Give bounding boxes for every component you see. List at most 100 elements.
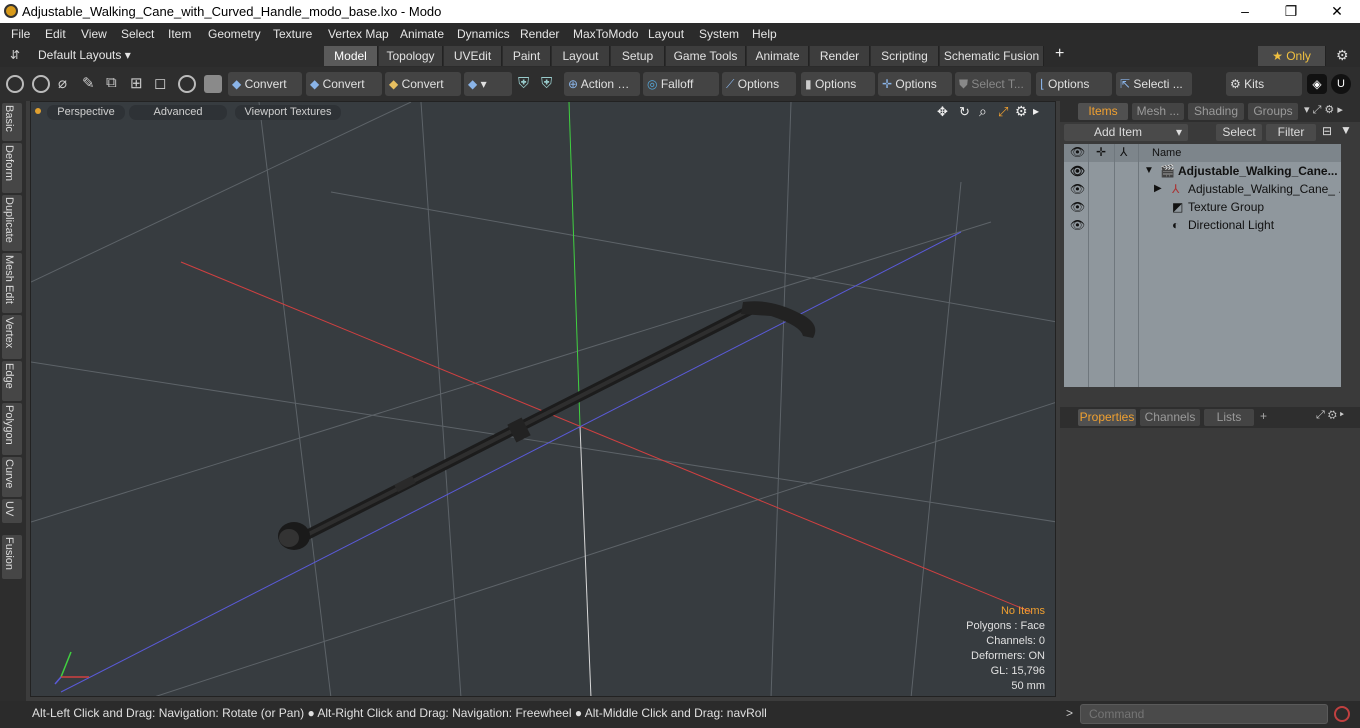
falloff-button[interactable]: ◎ Falloff <box>643 72 719 96</box>
unreal-icon[interactable]: U <box>1331 74 1351 94</box>
menu-layout[interactable]: Layout <box>648 27 684 41</box>
viewport-settings-icon[interactable]: ⚙ <box>1015 103 1028 120</box>
convert-button-1[interactable]: ◆ Convert <box>228 72 302 96</box>
options-button-4[interactable]: ⌊ Options <box>1036 72 1112 96</box>
funnel-icon[interactable]: ▼ <box>1340 123 1352 137</box>
menu-edit[interactable]: Edit <box>45 27 66 41</box>
tab-schematic-fusion[interactable]: Schematic Fusion <box>940 46 1044 66</box>
viewport-textures-dropdown[interactable]: Viewport Textures <box>235 105 341 120</box>
3d-viewport[interactable]: Perspective Advanced Viewport Textures ✥… <box>30 101 1056 697</box>
menu-vertex-map[interactable]: Vertex Map <box>328 27 389 41</box>
menu-file[interactable]: File <box>11 27 30 41</box>
tab-curve[interactable]: Curve <box>2 457 22 497</box>
tab-items[interactable]: Items <box>1078 103 1128 120</box>
kits-button[interactable]: ⚙ Kits <box>1226 72 1302 96</box>
tab-uv[interactable]: UV <box>2 499 22 523</box>
tab-duplicate[interactable]: Duplicate <box>2 195 22 251</box>
viewport-expand-icon[interactable]: ▸ <box>1033 104 1039 118</box>
tab-fusion[interactable]: Fusion <box>2 535 22 579</box>
tab-mesh-edit[interactable]: Mesh Edit <box>2 253 22 313</box>
polygon-icon[interactable]: ⊞ <box>130 74 143 92</box>
tab-setup[interactable]: Setup <box>611 46 665 66</box>
list-item[interactable]: 👁 ◩ Texture Group <box>1064 198 1341 216</box>
select-button[interactable]: Select <box>1216 124 1262 141</box>
menu-dynamics[interactable]: Dynamics <box>457 27 510 41</box>
menu-help[interactable]: Help <box>752 27 777 41</box>
zoom-icon[interactable]: ⌕ <box>979 103 987 120</box>
convert-button-2[interactable]: ◆ Convert <box>306 72 382 96</box>
add-item-dropdown[interactable]: Add Item ▾ <box>1064 124 1188 141</box>
menu-maxtomodo[interactable]: MaxToModo <box>573 27 638 41</box>
tab-edge[interactable]: Edge <box>2 361 22 401</box>
tab-layout[interactable]: Layout <box>552 46 610 66</box>
tab-properties[interactable]: Properties <box>1078 409 1136 426</box>
tab-deform[interactable]: Deform <box>2 143 22 193</box>
pen-icon[interactable]: ⌀ <box>58 74 67 92</box>
tab-lists[interactable]: Lists <box>1204 409 1254 426</box>
tab-animate[interactable]: Animate <box>747 46 809 66</box>
selection-sets-button[interactable]: ⇱ Selecti ... <box>1116 72 1192 96</box>
vertex-select-icon[interactable] <box>6 75 24 93</box>
viewport-menu-dot[interactable] <box>35 108 41 114</box>
panel-menu-icon[interactable]: ⤢ ⚙ ▸ <box>1316 409 1344 422</box>
edges-icon[interactable]: ⧉ <box>106 74 117 91</box>
snap-dropdown[interactable]: ◆ ▾ <box>464 72 512 96</box>
default-layouts-dropdown[interactable]: Default Layouts ▾ <box>38 48 131 62</box>
select-through-button[interactable]: ⛊ Select T... <box>955 72 1031 96</box>
workplane-icon[interactable]: ⛨ <box>541 75 552 92</box>
options-button-3[interactable]: ✛ Options <box>878 72 952 96</box>
expand-arrow-icon[interactable]: ▶ <box>1154 180 1162 198</box>
tab-basic[interactable]: Basic <box>2 103 22 141</box>
globe-icon[interactable] <box>32 75 50 93</box>
add-tab-icon[interactable]: + <box>1260 409 1267 423</box>
tab-model[interactable]: Model <box>324 46 378 66</box>
filter-button[interactable]: Filter <box>1266 124 1316 141</box>
menu-render[interactable]: Render <box>520 27 559 41</box>
panel-menu-icon[interactable]: ▾ ⤢ ⚙ ▸ <box>1304 103 1343 117</box>
menu-system[interactable]: System <box>699 27 739 41</box>
collapse-icon[interactable]: ⊟ <box>1322 124 1332 138</box>
gear-icon[interactable]: ⚙ <box>1336 47 1349 64</box>
menu-select[interactable]: Select <box>121 27 154 41</box>
list-item[interactable]: 👁 ▼ 🎬 Adjustable_Walking_Cane... <box>1064 162 1341 180</box>
action-center-button[interactable]: ⊕ Action … <box>564 72 640 96</box>
brush-icon[interactable]: ✎ <box>82 74 95 92</box>
command-input[interactable] <box>1080 704 1328 724</box>
expand-arrow-icon[interactable]: ▼ <box>1144 162 1154 180</box>
advanced-dropdown[interactable]: Advanced <box>129 105 227 120</box>
perspective-dropdown[interactable]: Perspective <box>47 105 125 120</box>
eye-icon[interactable]: 👁 <box>1070 216 1085 234</box>
pan-icon[interactable]: ✥ <box>937 104 948 120</box>
tab-channels[interactable]: Channels <box>1140 409 1200 426</box>
tab-uvedit[interactable]: UVEdit <box>444 46 502 66</box>
maximize-button[interactable]: ❐ <box>1268 1 1314 23</box>
tab-render[interactable]: Render <box>810 46 870 66</box>
add-tab-button[interactable]: + <box>1055 45 1064 63</box>
cube-icon[interactable] <box>204 75 222 93</box>
tab-scripting[interactable]: Scripting <box>871 46 939 66</box>
layout-switch-icon[interactable]: ⇵ <box>10 48 20 62</box>
convert-button-3[interactable]: ◆ Convert <box>385 72 461 96</box>
menu-item[interactable]: Item <box>168 27 191 41</box>
only-toggle[interactable]: ★ Only <box>1258 46 1326 66</box>
material-icon[interactable] <box>178 75 196 93</box>
eye-icon[interactable]: 👁 <box>1070 162 1085 180</box>
tab-mesh[interactable]: Mesh ... <box>1132 103 1184 120</box>
close-button[interactable]: ✕ <box>1314 1 1360 23</box>
menu-view[interactable]: View <box>81 27 107 41</box>
fit-icon[interactable]: ⤢ <box>998 104 1008 120</box>
menu-animate[interactable]: Animate <box>400 27 444 41</box>
tab-groups[interactable]: Groups <box>1248 103 1298 120</box>
tab-polygon[interactable]: Polygon <box>2 403 22 455</box>
record-icon[interactable] <box>1334 706 1350 722</box>
tab-shading[interactable]: Shading <box>1188 103 1244 120</box>
items-icon[interactable]: ◻ <box>154 74 166 92</box>
menu-geometry[interactable]: Geometry <box>208 27 261 41</box>
tab-topology[interactable]: Topology <box>379 46 443 66</box>
eye-icon[interactable]: 👁 <box>1070 180 1085 198</box>
options-button-2[interactable]: ▮ Options <box>801 72 875 96</box>
symmetry-icon[interactable]: ⛨ <box>518 75 529 92</box>
list-item[interactable]: 👁 ▶ ⅄ Adjustable_Walking_Cane_ ... <box>1064 180 1341 198</box>
eye-icon[interactable]: 👁 <box>1070 198 1085 216</box>
tab-game-tools[interactable]: Game Tools <box>666 46 746 66</box>
